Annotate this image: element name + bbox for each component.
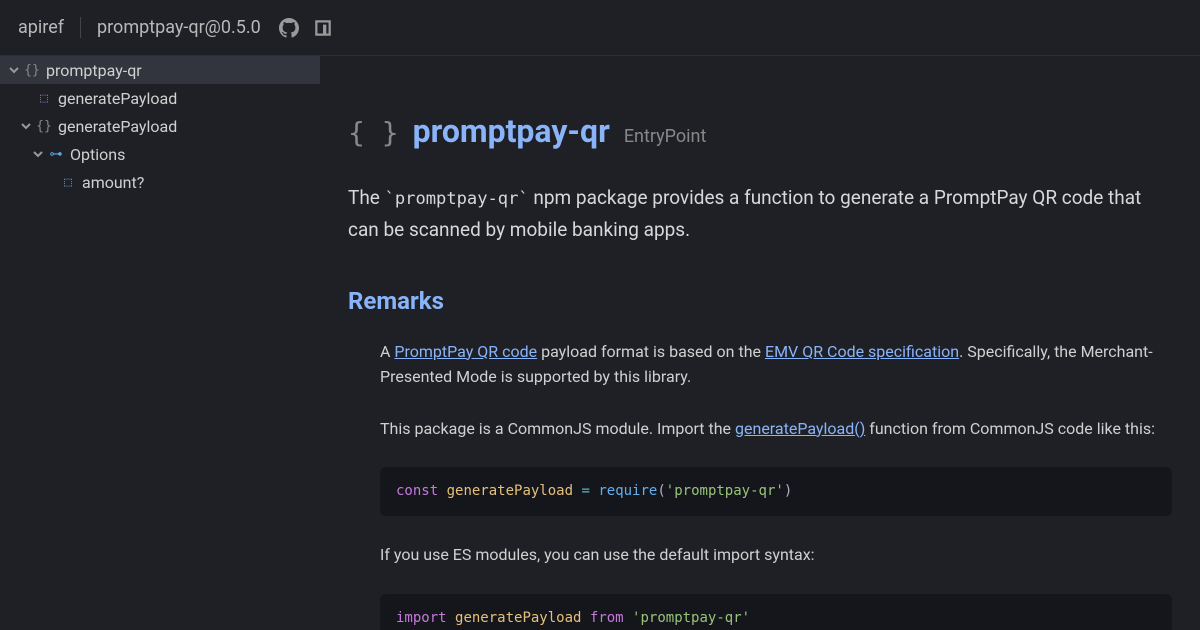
type-icon: ⊶ — [48, 146, 64, 162]
keyword: from — [590, 610, 624, 626]
page-description: The `promptpay-qr` npm package provides … — [348, 182, 1172, 247]
namespace-icon: { } — [348, 116, 399, 149]
page-kind-label: EntryPoint — [624, 126, 707, 147]
sidebar-item-amount-[interactable]: ⬚ amount? — [0, 168, 320, 196]
sidebar-item-label: promptpay-qr — [46, 61, 142, 80]
promptpay-qr-code-link[interactable]: PromptPay QR code — [394, 342, 537, 361]
code-block-esm: import generatePayload from 'promptpay-q… — [380, 594, 1172, 630]
emv-spec-link[interactable]: EMV QR Code specification — [765, 342, 959, 361]
sidebar-item-options[interactable]: ⊶ Options — [0, 140, 320, 168]
header: apiref promptpay-qr@0.5.0 — [0, 0, 1200, 56]
npm-icon[interactable] — [311, 16, 335, 40]
fn-call: require — [598, 483, 657, 499]
page-title-row: { } promptpay-qr EntryPoint — [348, 112, 1172, 150]
punct: ) — [784, 483, 792, 499]
sidebar-item-label: amount? — [82, 173, 144, 192]
sidebar: {} promptpay-qr ⬚ generatePayload {} generate… — [0, 56, 320, 630]
brand-name[interactable]: apiref — [18, 17, 81, 38]
text: A — [380, 342, 394, 361]
desc-text: The — [348, 186, 385, 209]
sidebar-item-generatepayload[interactable]: {} generatePayload — [0, 112, 320, 140]
keyword: const — [396, 483, 438, 499]
chevron-down-icon[interactable] — [6, 62, 22, 78]
chevron-down-icon — [42, 174, 58, 190]
remarks-body: A PromptPay QR code payload format is ba… — [348, 339, 1172, 630]
generate-payload-link[interactable]: generatePayload() — [735, 419, 865, 438]
ns-icon: {} — [36, 118, 52, 134]
string: 'promptpay-qr' — [632, 610, 750, 626]
text: This package is a CommonJS module. Impor… — [380, 419, 735, 438]
chevron-down-icon[interactable] — [30, 146, 46, 162]
remarks-heading: Remarks — [348, 287, 1172, 315]
identifier: generatePayload — [447, 483, 573, 499]
sidebar-item-label: generatePayload — [58, 117, 177, 136]
sidebar-item-generatepayload[interactable]: ⬚ generatePayload — [0, 84, 320, 112]
chevron-down-icon[interactable] — [18, 118, 34, 134]
remarks-paragraph: A PromptPay QR code payload format is ba… — [380, 339, 1172, 390]
remarks-paragraph: This package is a CommonJS module. Impor… — [380, 416, 1172, 442]
keyword: import — [396, 610, 447, 626]
sidebar-item-promptpay-qr[interactable]: {} promptpay-qr — [0, 56, 320, 84]
ns-icon: {} — [24, 62, 40, 78]
remarks-paragraph: If you use ES modules, you can use the d… — [380, 542, 1172, 568]
sidebar-item-label: Options — [70, 145, 125, 164]
github-icon[interactable] — [277, 16, 301, 40]
chevron-down-icon — [18, 90, 34, 106]
page-title: promptpay-qr — [413, 112, 610, 150]
identifier: generatePayload — [455, 610, 581, 626]
sidebar-item-label: generatePayload — [58, 89, 177, 108]
operator: = — [581, 483, 589, 499]
punct: ( — [657, 483, 665, 499]
fn-icon: ⬚ — [36, 90, 52, 106]
text: function from CommonJS code like this: — [865, 419, 1155, 438]
code-block-cjs: const generatePayload = require('promptp… — [380, 467, 1172, 516]
inline-code: `promptpay-qr` — [385, 189, 529, 209]
package-name[interactable]: promptpay-qr@0.5.0 — [97, 17, 261, 38]
prop-icon: ⬚ — [60, 174, 76, 190]
main-content: { } promptpay-qr EntryPoint The `promptp… — [320, 56, 1200, 630]
string: 'promptpay-qr' — [666, 483, 784, 499]
text: payload format is based on the — [537, 342, 765, 361]
